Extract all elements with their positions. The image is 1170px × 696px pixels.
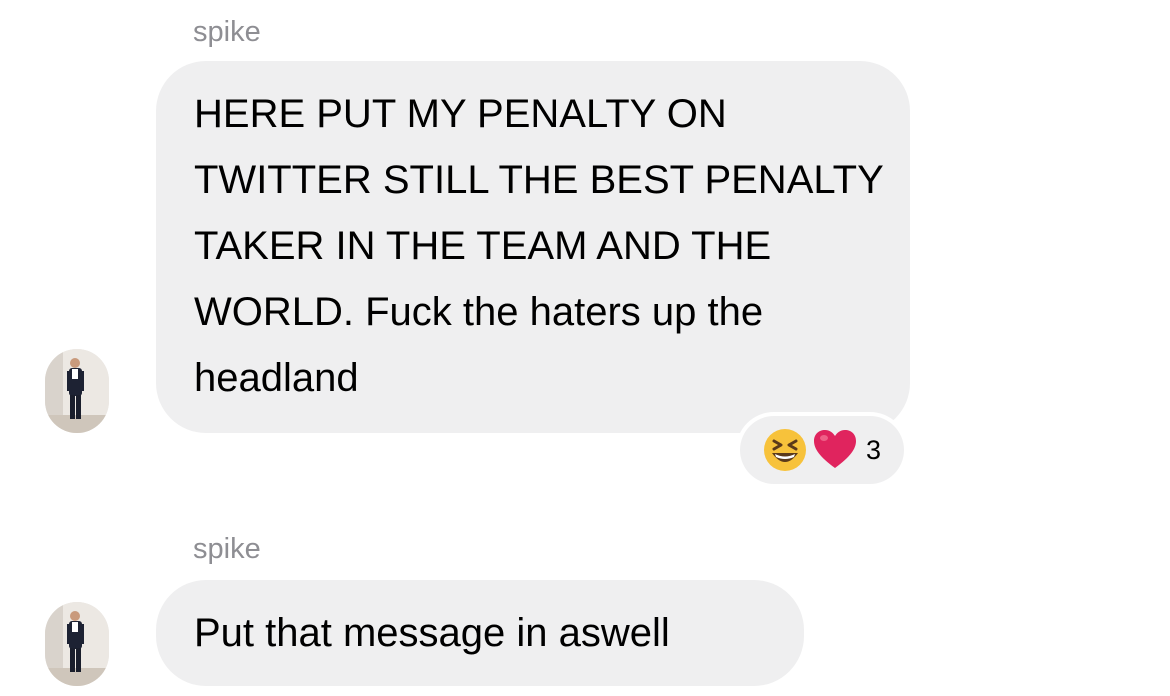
- red-heart-icon: [812, 427, 858, 473]
- message-text: HERE PUT MY PENALTY ON TWITTER STILL THE…: [194, 92, 884, 400]
- message-bubble[interactable]: Put that message in aswell: [156, 580, 804, 686]
- avatar-image: [45, 349, 109, 433]
- avatar[interactable]: [45, 602, 109, 686]
- message-text: Put that message in aswell: [194, 611, 670, 655]
- grinning-squinting-face-icon: [762, 427, 808, 473]
- reactions-pill[interactable]: 3: [736, 412, 908, 488]
- message-bubble[interactable]: HERE PUT MY PENALTY ON TWITTER STILL THE…: [156, 61, 910, 433]
- avatar-image: [45, 602, 109, 686]
- sender-name: spike: [193, 16, 261, 48]
- avatar[interactable]: [45, 349, 109, 433]
- reaction-count: 3: [866, 434, 882, 465]
- sender-name: spike: [193, 533, 261, 565]
